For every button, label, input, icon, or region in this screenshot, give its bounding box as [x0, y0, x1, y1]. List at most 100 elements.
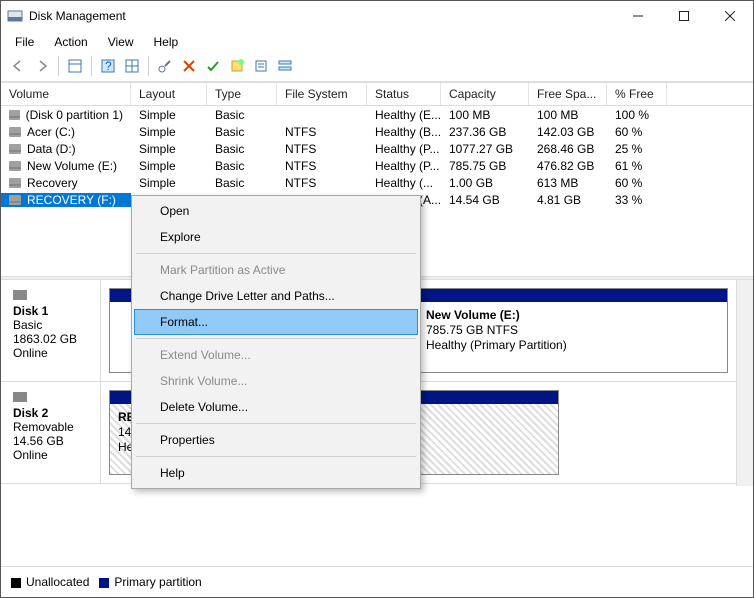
cell-free: 613 MB — [529, 176, 607, 190]
maximize-button[interactable] — [661, 1, 707, 31]
column-pct-free[interactable]: % Free — [607, 83, 667, 105]
menu-item-change-drive-letter-and-paths[interactable]: Change Drive Letter and Paths... — [134, 283, 418, 309]
disk-info-1: Disk 1 Basic 1863.02 GB Online — [1, 280, 101, 381]
drive-icon — [9, 144, 21, 154]
cell-pct: 60 % — [607, 176, 667, 190]
separator — [58, 56, 59, 76]
legend: Unallocated Primary partition — [1, 566, 753, 597]
column-free[interactable]: Free Spa... — [529, 83, 607, 105]
cell-status: Healthy (... — [367, 176, 441, 190]
cell-pct: 61 % — [607, 159, 667, 173]
forward-button[interactable] — [31, 55, 53, 77]
back-button[interactable] — [7, 55, 29, 77]
context-menu: OpenExploreMark Partition as ActiveChang… — [131, 195, 421, 489]
volume-name: Recovery — [27, 176, 78, 190]
cell-layout: Simple — [131, 176, 207, 190]
show-hide-button[interactable] — [64, 55, 86, 77]
menu-file[interactable]: File — [7, 33, 42, 51]
column-layout[interactable]: Layout — [131, 83, 207, 105]
disk-info-2: Disk 2 Removable 14.56 GB Online — [1, 382, 101, 483]
drive-icon — [9, 178, 21, 188]
cell-type: Basic — [207, 176, 277, 190]
swatch-unallocated — [11, 578, 21, 588]
cell-layout: Simple — [131, 125, 207, 139]
menu-item-properties[interactable]: Properties — [134, 427, 418, 453]
cell-layout: Simple — [131, 159, 207, 173]
menu-item-delete-volume[interactable]: Delete Volume... — [134, 394, 418, 420]
menu-item-shrink-volume: Shrink Volume... — [134, 368, 418, 394]
column-spacer — [667, 83, 753, 105]
cell-pct: 25 % — [607, 142, 667, 156]
cell-fs: NTFS — [277, 142, 367, 156]
cell-fs: NTFS — [277, 176, 367, 190]
cell-free: 4.81 GB — [529, 193, 607, 207]
cell-free: 142.03 GB — [529, 125, 607, 139]
disk-title: Disk 2 — [13, 406, 92, 420]
window-title: Disk Management — [29, 9, 615, 23]
check-icon[interactable] — [202, 55, 224, 77]
disk-icon — [13, 290, 27, 300]
scrollbar[interactable] — [736, 280, 753, 486]
close-button[interactable] — [707, 1, 753, 31]
volume-list-header: Volume Layout Type File System Status Ca… — [1, 82, 753, 106]
table-row[interactable]: New Volume (E:)SimpleBasicNTFSHealthy (P… — [1, 157, 753, 174]
view-icon[interactable] — [121, 55, 143, 77]
menu-action[interactable]: Action — [46, 33, 95, 51]
cell-free: 100 MB — [529, 108, 607, 122]
table-row[interactable]: Data (D:)SimpleBasicNTFSHealthy (P...107… — [1, 140, 753, 157]
new-icon[interactable] — [226, 55, 248, 77]
cell-layout: Simple — [131, 142, 207, 156]
cell-status: Healthy (P... — [367, 159, 441, 173]
svg-text:?: ? — [105, 59, 112, 73]
help-icon[interactable]: ? — [97, 55, 119, 77]
separator — [148, 56, 149, 76]
drive-icon — [9, 195, 21, 205]
partition-e[interactable]: New Volume (E:) 785.75 GB NTFS Healthy (… — [417, 288, 728, 373]
delete-icon[interactable] — [178, 55, 200, 77]
cell-type: Basic — [207, 108, 277, 122]
cell-capacity: 1.00 GB — [441, 176, 529, 190]
column-type[interactable]: Type — [207, 83, 277, 105]
menu-separator — [136, 456, 416, 457]
volume-name: RECOVERY (F:) — [27, 193, 116, 207]
refresh-icon[interactable] — [154, 55, 176, 77]
minimize-button[interactable] — [615, 1, 661, 31]
cell-type: Basic — [207, 142, 277, 156]
column-capacity[interactable]: Capacity — [441, 83, 529, 105]
column-filesystem[interactable]: File System — [277, 83, 367, 105]
menu-help[interactable]: Help — [146, 33, 187, 51]
cell-free: 476.82 GB — [529, 159, 607, 173]
cell-capacity: 14.54 GB — [441, 193, 529, 207]
disk-status: Online — [13, 448, 92, 462]
menu-separator — [136, 338, 416, 339]
drive-icon — [9, 110, 20, 120]
partition-status: Healthy (Primary Partition) — [426, 338, 567, 352]
properties-icon[interactable] — [250, 55, 272, 77]
cell-status: Healthy (B... — [367, 125, 441, 139]
cell-pct: 33 % — [607, 193, 667, 207]
cell-layout: Simple — [131, 108, 207, 122]
cell-pct: 100 % — [607, 108, 667, 122]
menu-item-explore[interactable]: Explore — [134, 224, 418, 250]
drive-icon — [9, 161, 21, 171]
list-icon[interactable] — [274, 55, 296, 77]
partition-size: 785.75 GB NTFS — [426, 323, 518, 337]
table-row[interactable]: (Disk 0 partition 1)SimpleBasicHealthy (… — [1, 106, 753, 123]
drive-icon — [9, 127, 21, 137]
disk-size: 1863.02 GB — [13, 332, 92, 346]
disk-size: 14.56 GB — [13, 434, 92, 448]
menu-item-help[interactable]: Help — [134, 460, 418, 486]
menu-view[interactable]: View — [100, 33, 142, 51]
disk-type: Basic — [13, 318, 92, 332]
partition-title: New Volume (E:) — [426, 308, 520, 322]
column-status[interactable]: Status — [367, 83, 441, 105]
menu-item-open[interactable]: Open — [134, 198, 418, 224]
table-row[interactable]: Acer (C:)SimpleBasicNTFSHealthy (B...237… — [1, 123, 753, 140]
toolbar: ? — [1, 53, 753, 82]
column-volume[interactable]: Volume — [1, 83, 131, 105]
menu-item-format[interactable]: Format... — [134, 309, 418, 335]
menu-item-extend-volume: Extend Volume... — [134, 342, 418, 368]
swatch-primary — [99, 578, 109, 588]
table-row[interactable]: Recovery SimpleBasicNTFSHealthy (...1.00 … — [1, 174, 753, 191]
cell-pct: 60 % — [607, 125, 667, 139]
